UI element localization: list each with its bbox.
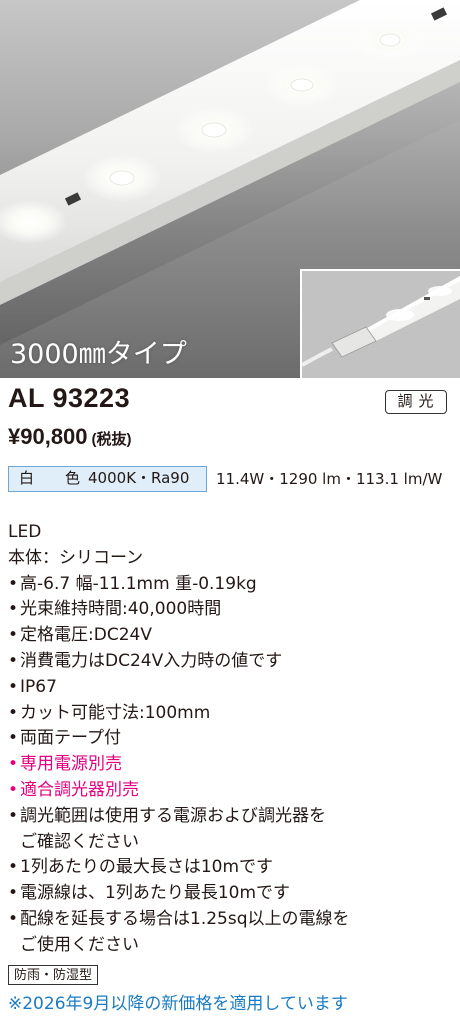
spec-line: • 配線を延長する場合は1.25sq以上の電線を: [8, 907, 453, 933]
dimming-badge: 調光: [385, 390, 447, 414]
spec-line: • 調光範囲は使用する電源および調光器を: [8, 804, 453, 830]
spec-line: • IP67: [8, 675, 453, 701]
type-caption: 3000㎜タイプ: [10, 339, 187, 370]
spec-line-text: 1列あたりの最大長さは10mです: [20, 857, 274, 878]
connector-detail-inset: [300, 269, 460, 378]
bullet-icon: •: [8, 650, 19, 671]
spec-line: • 両面テープ付: [8, 726, 453, 752]
model-number: AL 93223: [8, 383, 131, 413]
bullet-icon: •: [8, 676, 19, 697]
output-spec: 11.4W・1290 lm・113.1 lm/W: [216, 470, 443, 488]
spec-line-text: ご確認ください: [20, 831, 139, 852]
weatherproof-tag: 防雨・防湿型: [8, 965, 99, 985]
bullet-icon: •: [8, 702, 19, 723]
spec-line: • 専用電源別売: [8, 752, 453, 778]
bullet-icon: •: [8, 908, 19, 929]
bullet-icon: •: [8, 625, 19, 646]
spec-line: • 電源線は、1列あたり最長10mです: [8, 881, 453, 907]
spec-line: • 適合調光器別売: [8, 778, 453, 804]
bullet-icon: •: [8, 857, 19, 878]
spec-line: • カット可能寸法:100mm: [8, 701, 453, 727]
color-spec: 4000K・Ra90: [88, 469, 190, 487]
spec-line-text: カット可能寸法:100mm: [20, 702, 211, 723]
spec-line: LED: [8, 520, 453, 546]
spec-line: 本体：シリコーン: [8, 546, 453, 572]
spec-line-text: 調光範囲は使用する電源および調光器を: [20, 805, 326, 826]
price-tax-note: (税抜): [91, 431, 132, 448]
price-notice: ※2026年9月以降の新価格を適用しています: [8, 994, 348, 1014]
color-label: 白 色: [19, 469, 89, 487]
spec-line-text: 配線を延長する場合は1.25sq以上の電線を: [20, 908, 350, 929]
spec-line-text: IP67: [20, 676, 57, 697]
spec-line: ご使用ください: [8, 933, 453, 959]
spec-line-text: ご使用ください: [20, 934, 139, 955]
spec-line-text: LED: [8, 522, 42, 542]
spec-line: • 光束維持時間:40,000時間: [8, 597, 453, 623]
spec-line-text: 高-6.7 幅-11.1mm 重-0.19kg: [20, 573, 257, 594]
spec-line-text: 専用電源別売: [20, 754, 122, 775]
spec-line-text: 定格電圧:DC24V: [20, 625, 152, 646]
spec-list: LED 本体：シリコーン • 高-6.7 幅-11.1mm 重-0.19kg • 光束維持…: [8, 520, 453, 959]
spec-line-text: 光束維持時間:40,000時間: [20, 599, 222, 620]
bullet-icon: •: [8, 779, 19, 800]
price-value: ¥90,800: [8, 424, 88, 449]
bullet-icon: •: [8, 728, 19, 749]
spec-line-text: 電源線は、1列あたり最長10mです: [20, 883, 291, 904]
product-photo: 3000㎜タイプ: [0, 0, 460, 378]
bullet-icon: •: [8, 599, 19, 620]
spec-line: • 1列あたりの最大長さは10mです: [8, 855, 453, 881]
spec-line-text: 本体：シリコーン: [8, 547, 144, 568]
price: ¥90,800 (税抜): [8, 424, 132, 450]
spec-line-text: 適合調光器別売: [20, 779, 139, 800]
spec-line-text: 両面テープ付: [20, 728, 121, 749]
spec-line: • 高-6.7 幅-11.1mm 重-0.19kg: [8, 572, 453, 598]
spec-line: ご確認ください: [8, 830, 453, 856]
connector-detail-image: [302, 271, 460, 378]
bullet-icon: •: [8, 573, 19, 594]
spec-line: • 定格電圧:DC24V: [8, 623, 453, 649]
color-temperature-box: 白 色4000K・Ra90: [8, 466, 207, 492]
bullet-icon: •: [8, 754, 19, 775]
bullet-icon: •: [8, 805, 19, 826]
spec-line-text: 消費電力はDC24V入力時の値です: [20, 650, 283, 671]
bullet-icon: •: [8, 883, 19, 904]
spec-line: • 消費電力はDC24V入力時の値です: [8, 649, 453, 675]
